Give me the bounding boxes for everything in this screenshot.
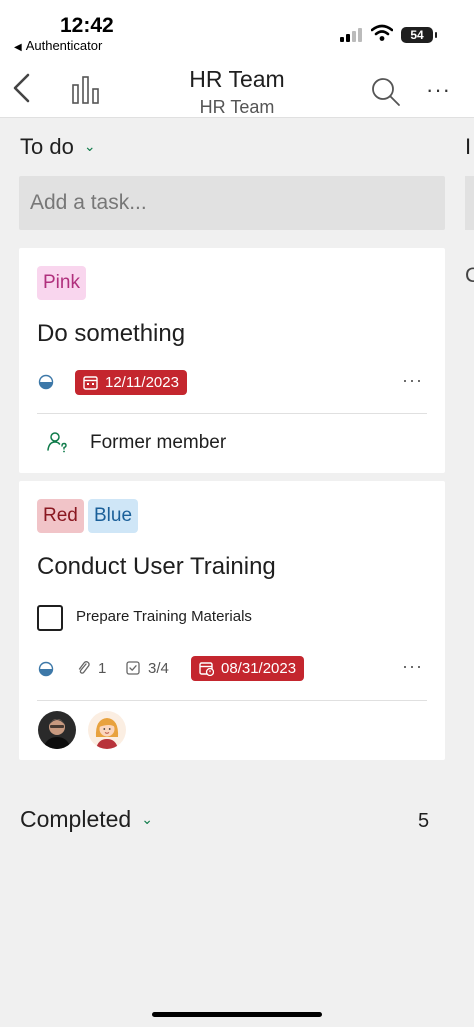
wifi-icon — [371, 24, 393, 41]
task-more-button[interactable]: ··· — [402, 370, 423, 391]
task-more-button[interactable]: ··· — [402, 656, 423, 677]
next-bucket-text-peek: C — [465, 264, 474, 287]
more-options-button[interactable]: ··· — [426, 78, 454, 102]
task-card[interactable]: Pink Do something 12/11/2023 ··· Former … — [19, 248, 445, 473]
task-title: Do something — [37, 320, 186, 347]
add-task-field[interactable] — [19, 176, 445, 230]
attachments-count-text: 1 — [98, 660, 107, 677]
assignee-name: Former member — [90, 432, 227, 453]
due-date-badge: 12/11/2023 — [75, 370, 187, 395]
bucket-header[interactable]: To do ⌄ — [20, 134, 96, 160]
attachments-count: 1 — [77, 660, 106, 677]
status-time: 12:42 — [60, 14, 114, 37]
label-tag-red: Red — [37, 499, 84, 533]
cellular-signal-icon — [340, 28, 364, 42]
status-bar: 12:42 ◀ Authenticator 54 — [0, 0, 474, 62]
avatar — [88, 711, 126, 749]
next-bucket-title-peek: I — [465, 134, 472, 159]
page-title: HR Team — [189, 66, 285, 92]
progress-in-progress-icon[interactable] — [38, 661, 54, 677]
due-date-text: 08/31/2023 — [221, 660, 297, 677]
bucket-column-next-peek[interactable]: I C — [460, 118, 474, 1018]
next-add-task-peek[interactable] — [465, 176, 474, 230]
back-to-app-link[interactable]: ◀ Authenticator — [14, 38, 102, 53]
battery-indicator: 54 — [401, 27, 437, 43]
chevron-down-icon: ⌄ — [141, 811, 153, 827]
task-title: Conduct User Training — [37, 553, 276, 580]
unknown-person-icon — [47, 432, 67, 453]
back-triangle-icon: ◀ — [14, 42, 22, 53]
completed-label: Completed — [20, 806, 132, 832]
home-indicator[interactable] — [152, 1012, 322, 1017]
calendar-icon — [83, 376, 98, 390]
task-card[interactable]: Red Blue Conduct User Training Prepare T… — [19, 481, 445, 760]
completed-count: 5 — [418, 810, 430, 832]
card-divider — [37, 700, 427, 701]
label-tag-blue: Blue — [88, 499, 139, 533]
checklist-progress: 3/4 — [126, 660, 169, 677]
chevron-down-icon: ⌄ — [83, 138, 96, 154]
label-tag-pink: Pink — [37, 266, 86, 300]
checklist-checkbox[interactable] — [37, 605, 63, 631]
progress-in-progress-icon[interactable] — [38, 374, 54, 390]
page-subtitle: HR Team — [199, 97, 275, 117]
due-date-text: 12/11/2023 — [105, 374, 179, 391]
completed-section-toggle[interactable]: Completed ⌄ — [20, 806, 153, 833]
back-app-label: Authenticator — [25, 38, 103, 53]
paperclip-icon — [78, 661, 90, 674]
add-task-input[interactable] — [19, 176, 445, 230]
nav-bar: HR Team HR Team ··· — [0, 62, 474, 118]
checklist-item-text: Prepare Training Materials — [76, 608, 252, 625]
avatar — [38, 711, 76, 749]
checklist-progress-text: 3/4 — [148, 660, 169, 677]
checkbox-checked-icon — [126, 661, 140, 675]
search-icon[interactable] — [370, 76, 402, 108]
card-divider — [37, 413, 427, 414]
due-date-badge-overdue: 08/31/2023 — [191, 656, 305, 681]
calendar-overdue-icon — [199, 662, 214, 676]
bucket-title: To do — [20, 134, 74, 159]
